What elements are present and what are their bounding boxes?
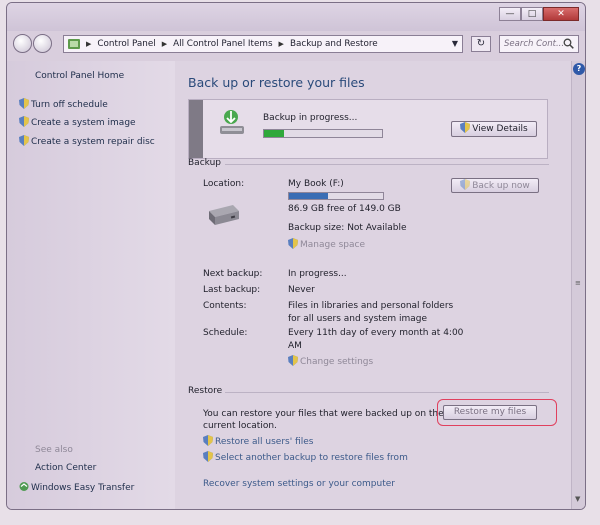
backup-icon (219, 108, 245, 139)
sidebar-item-create-system-image[interactable]: Create a system image (19, 116, 136, 128)
sidebar: Control Panel Home Turn off schedule Cre… (7, 61, 175, 509)
contents-value-line-2: for all users and system image (288, 314, 428, 324)
sidebar-action-center[interactable]: Action Center (35, 463, 96, 473)
change-settings-link[interactable]: Change settings (288, 355, 373, 367)
last-backup-value: Never (288, 285, 315, 295)
schedule-value-line-2: AM (288, 341, 302, 351)
window-controls: — □ ✕ (499, 7, 579, 23)
restore-description-line-2: current location. (203, 421, 277, 431)
shield-icon (19, 116, 29, 127)
backup-section-heading: Backup (188, 158, 221, 168)
breadcrumb-backup-restore[interactable]: Backup and Restore (290, 39, 378, 49)
drive-free-space: 86.9 GB free of 149.0 GB (288, 204, 401, 214)
search-placeholder: Search Cont... (504, 39, 565, 49)
restore-section-heading: Restore (188, 386, 223, 396)
backup-divider (225, 164, 549, 165)
contents-label: Contents: (203, 301, 247, 311)
select-another-backup-link[interactable]: Select another backup to restore files f… (203, 451, 408, 463)
back-up-now-button[interactable]: Back up now (451, 178, 539, 193)
restore-description-line-1: You can restore your files that were bac… (203, 409, 444, 419)
restore-all-users-link[interactable]: Restore all users' files (203, 435, 313, 447)
shield-icon (203, 451, 213, 462)
vertical-scrollbar[interactable]: ? ≡ ▼ (571, 61, 585, 509)
next-backup-value: In progress... (288, 269, 347, 279)
drive-usage-bar (288, 192, 384, 200)
shield-icon (203, 435, 213, 446)
maximize-button[interactable]: □ (521, 7, 543, 21)
search-icon[interactable] (563, 38, 574, 52)
backup-progress-fill (264, 130, 285, 137)
manage-space-link[interactable]: Manage space (288, 238, 365, 250)
restore-divider (225, 392, 549, 393)
location-label: Location: (203, 179, 245, 189)
contents-value-line-1: Files in libraries and personal folders (288, 301, 454, 311)
schedule-value-line-1: Every 11th day of every month at 4:00 (288, 328, 464, 338)
sidebar-control-panel-home[interactable]: Control Panel Home (35, 71, 124, 81)
breadcrumb-control-panel[interactable]: Control Panel (97, 39, 155, 49)
explorer-window: — □ ✕ ▶ Control Panel ▶ All Control Pane… (6, 2, 586, 510)
sidebar-item-create-repair-disc[interactable]: Create a system repair disc (19, 135, 155, 147)
title-bar: — □ ✕ (7, 3, 585, 31)
recover-system-link[interactable]: Recover system settings or your computer (203, 479, 395, 489)
hard-drive-icon (205, 203, 241, 230)
breadcrumb-all-items[interactable]: All Control Panel Items (173, 39, 272, 49)
close-button[interactable]: ✕ (543, 7, 579, 21)
scroll-thumb-grip-icon[interactable]: ≡ (575, 279, 581, 287)
navigation-bar: ▶ Control Panel ▶ All Control Panel Item… (13, 33, 581, 57)
shield-icon (460, 122, 471, 133)
sidebar-item-turn-off-schedule[interactable]: Turn off schedule (19, 98, 108, 110)
page-title: Back up or restore your files (188, 75, 365, 90)
view-details-button[interactable]: View Details (451, 121, 537, 137)
drive-usage-fill (289, 193, 329, 199)
see-also-heading: See also (35, 445, 73, 455)
breadcrumb-chevron-icon: ▶ (161, 40, 168, 48)
back-button[interactable] (13, 34, 32, 53)
address-bar[interactable]: ▶ Control Panel ▶ All Control Panel Item… (63, 35, 463, 53)
backup-progress-bar (263, 129, 383, 138)
breadcrumb-chevron-icon: ▶ (278, 40, 284, 48)
control-panel-icon (68, 38, 80, 50)
shield-icon (19, 98, 29, 109)
easy-transfer-icon (19, 482, 29, 491)
backup-progress-label: Backup in progress... (263, 113, 358, 123)
shield-icon (288, 355, 298, 366)
refresh-icon[interactable]: ↻ (471, 36, 491, 52)
shield-icon (288, 238, 298, 249)
address-dropdown-icon[interactable]: ▼ (452, 39, 458, 48)
drive-name: My Book (F:) (288, 179, 344, 189)
shield-icon (19, 135, 29, 146)
scroll-down-arrow-icon[interactable]: ▼ (575, 495, 580, 503)
backup-size: Backup size: Not Available (288, 223, 407, 233)
schedule-label: Schedule: (203, 328, 248, 338)
next-backup-label: Next backup: (203, 269, 263, 279)
restore-my-files-button[interactable]: Restore my files (443, 405, 537, 420)
main-panel: Back up or restore your files Backup in … (175, 61, 571, 509)
breadcrumb-chevron-icon: ▶ (86, 40, 92, 48)
shield-icon (460, 179, 471, 190)
help-icon[interactable]: ? (573, 63, 585, 75)
backup-progress-panel: Backup in progress... View Details (188, 99, 548, 159)
progress-panel-accent (189, 100, 203, 158)
last-backup-label: Last backup: (203, 285, 261, 295)
forward-button[interactable] (33, 34, 52, 53)
minimize-button[interactable]: — (499, 7, 521, 21)
search-input[interactable]: Search Cont... (499, 35, 579, 53)
sidebar-windows-easy-transfer[interactable]: Windows Easy Transfer (19, 481, 134, 493)
